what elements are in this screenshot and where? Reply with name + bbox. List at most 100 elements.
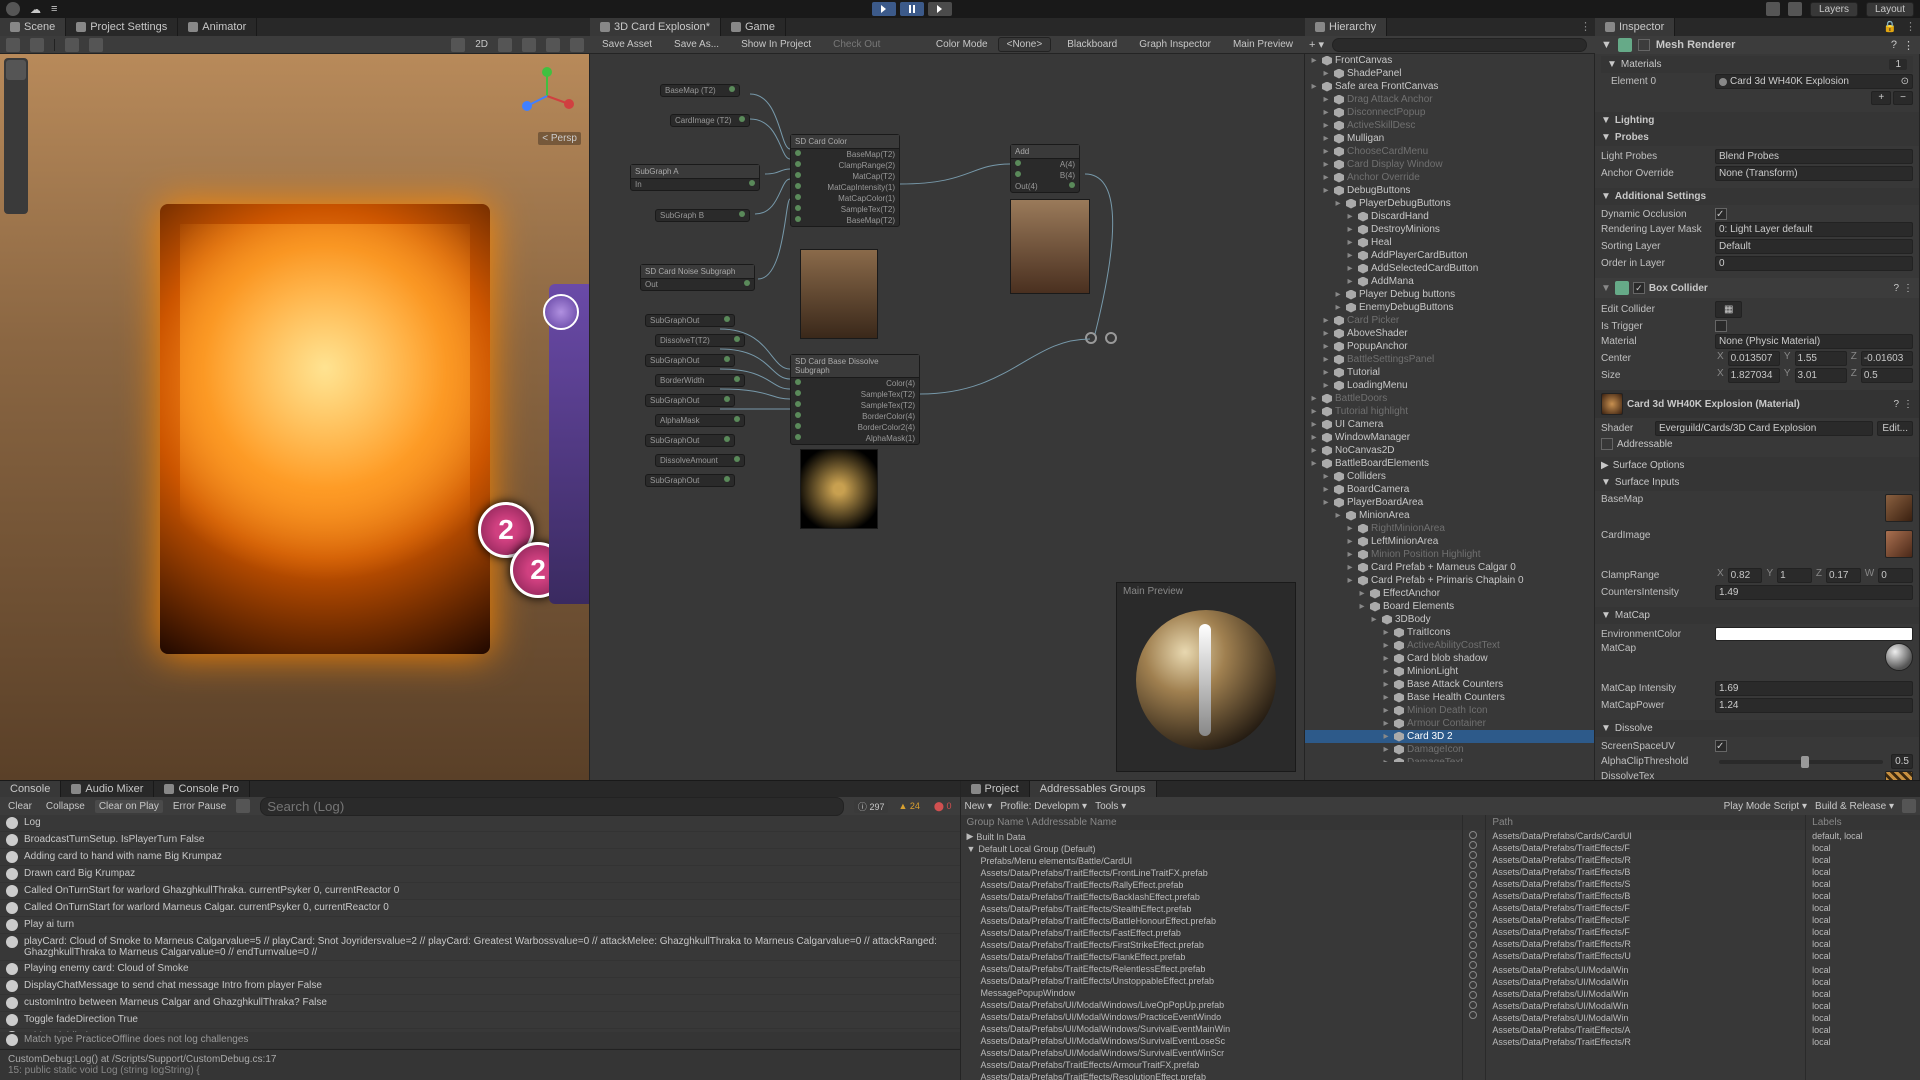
hand-tool[interactable] <box>6 60 26 80</box>
addressable-row[interactable]: Assets/Data/Prefabs/UI/ModalWindows/Surv… <box>961 1047 1462 1059</box>
addressable-row[interactable]: Assets/Data/Prefabs/TraitEffects/FlankEf… <box>961 951 1462 963</box>
log-row[interactable]: Toggle fadeDirection True <box>0 1012 960 1029</box>
rotate-tool[interactable] <box>6 104 26 124</box>
hierarchy-row[interactable]: ▸Minion Death Icon <box>1305 704 1594 717</box>
graph-dissolve-node[interactable]: SD Card Base Dissolve Subgraph Color(4)S… <box>790 354 920 445</box>
edit-collider-button[interactable]: ▦ <box>1715 301 1742 318</box>
warn-count-badge[interactable]: ▲ 24 <box>894 801 923 811</box>
blackboard-toggle[interactable]: Blackboard <box>1061 38 1123 51</box>
graph-property-node[interactable]: SubGraphOut <box>645 474 735 487</box>
box-collider-header[interactable]: ▼Box Collider?⋮ <box>1595 278 1919 298</box>
hierarchy-row[interactable]: ▸Colliders <box>1305 470 1594 483</box>
clamp-range-vector[interactable]: X0.82Y1Z0.17W0 <box>1715 568 1913 583</box>
addressable-checkbox[interactable] <box>1601 438 1613 450</box>
orientation-gizmo[interactable] <box>517 66 577 126</box>
hierarchy-row[interactable]: ▸UI Camera <box>1305 418 1594 431</box>
layers-dropdown[interactable]: Layers <box>1810 2 1858 17</box>
hierarchy-row[interactable]: ▸DisconnectPopup <box>1305 106 1594 119</box>
info-count-badge[interactable]: ⓘ 297 <box>854 800 889 813</box>
error-count-badge[interactable]: ⬤ 0 <box>930 801 956 812</box>
hierarchy-row[interactable]: ▸RightMinionArea <box>1305 522 1594 535</box>
graph-subgraph-node[interactable]: SubGraph AIn <box>630 164 760 191</box>
hierarchy-row[interactable]: ▸Card Prefab + Primaris Chaplain 0 <box>1305 574 1594 587</box>
inspector-options-icon[interactable]: ⋮ <box>1901 18 1920 36</box>
log-row[interactable]: Adding card to hand with name Big Krumpa… <box>0 849 960 866</box>
main-preview-toggle[interactable]: Main Preview <box>1227 38 1299 51</box>
screenspace-uv-checkbox[interactable]: ✓ <box>1715 740 1727 752</box>
hierarchy-row[interactable]: ▸AboveShader <box>1305 327 1594 340</box>
light-probes-dropdown[interactable]: Blend Probes <box>1715 149 1913 164</box>
tab-project[interactable]: Project <box>961 781 1030 797</box>
addressable-row[interactable]: Assets/Data/Prefabs/UI/ModalWindows/Prac… <box>961 1011 1462 1023</box>
create-dropdown[interactable]: + ▾ <box>1309 38 1324 51</box>
tab-game[interactable]: Game <box>721 18 786 36</box>
play-mode-dropdown[interactable]: Play Mode Script ▾ <box>1724 801 1807 812</box>
profile-dropdown[interactable]: Profile: Developm ▾ <box>1000 801 1087 812</box>
new-dropdown[interactable]: New ▾ <box>965 801 993 812</box>
addressable-labels[interactable]: local <box>1806 964 1920 976</box>
log-row[interactable]: BroadcastTurnSetup. IsPlayerTurn False <box>0 832 960 849</box>
addressable-row[interactable]: Assets/Data/Prefabs/TraitEffects/Resolut… <box>961 1071 1462 1080</box>
layout-dropdown[interactable]: Layout <box>1866 2 1914 17</box>
hierarchy-row[interactable]: ▸LoadingMenu <box>1305 379 1594 392</box>
perspective-label[interactable]: < Persp <box>538 132 581 145</box>
scale-tool[interactable] <box>6 126 26 146</box>
addressable-row[interactable]: Assets/Data/Prefabs/TraitEffects/Backlas… <box>961 891 1462 903</box>
hierarchy-row[interactable]: ▸Card Picker <box>1305 314 1594 327</box>
log-row[interactable]: customIntro between Marneus Calgar and G… <box>0 995 960 1012</box>
hierarchy-row[interactable]: ▸Heal <box>1305 236 1594 249</box>
hierarchy-row[interactable]: ▸DebugButtons <box>1305 184 1594 197</box>
project-tree-row[interactable]: ▼ Default Local Group (Default) <box>961 843 1462 855</box>
cardimage-texture[interactable] <box>1885 530 1913 558</box>
hierarchy-row[interactable]: ▸PopupAnchor <box>1305 340 1594 353</box>
custom-tool[interactable] <box>6 192 26 212</box>
render-layer-mask-dropdown[interactable]: 0: Light Layer default <box>1715 222 1913 237</box>
addressable-labels[interactable]: local <box>1806 938 1920 950</box>
graph-output-port[interactable] <box>1105 332 1117 344</box>
hierarchy-row[interactable]: ▸Safe area FrontCanvas <box>1305 80 1594 93</box>
graph-property-node[interactable]: SubGraphOut <box>645 434 735 447</box>
tools-dropdown[interactable]: Tools ▾ <box>1095 801 1126 812</box>
component-help-icon[interactable]: ? <box>1891 39 1897 51</box>
anchor-override-field[interactable]: None (Transform) <box>1715 166 1913 181</box>
addressable-row[interactable]: Assets/Data/Prefabs/TraitEffects/FirstSt… <box>961 939 1462 951</box>
hierarchy-row[interactable]: ▸BattleDoors <box>1305 392 1594 405</box>
main-preview-panel[interactable]: Main Preview <box>1116 582 1296 772</box>
log-row[interactable]: Drawn card Big Krumpaz <box>0 866 960 883</box>
log-row[interactable]: Log <box>0 815 960 832</box>
move-tool[interactable] <box>6 82 26 102</box>
graph-property-node[interactable]: CardImage (T2) <box>670 114 750 127</box>
graph-property-node[interactable]: BorderWidth <box>655 374 745 387</box>
hierarchy-row[interactable]: ▸TraitIcons <box>1305 626 1594 639</box>
console-attach-icon[interactable] <box>236 799 250 813</box>
build-dropdown[interactable]: Build & Release ▾ <box>1815 801 1894 812</box>
path-column-header[interactable]: Path <box>1486 815 1805 830</box>
addressable-labels[interactable]: local <box>1806 950 1920 962</box>
audio-icon[interactable] <box>498 38 512 52</box>
hierarchy-row[interactable]: ▸Armour Container <box>1305 717 1594 730</box>
fx-icon[interactable] <box>522 38 536 52</box>
show-in-project-button[interactable]: Show In Project <box>735 38 817 51</box>
graph-property-node[interactable]: BaseMap (T2) <box>660 84 740 97</box>
save-asset-button[interactable]: Save Asset <box>596 38 658 51</box>
addressable-labels[interactable]: local <box>1806 842 1920 854</box>
dissolve-foldout[interactable]: ▼Dissolve <box>1595 720 1919 737</box>
collider-material-field[interactable]: None (Physic Material) <box>1715 334 1913 349</box>
alpha-clip-value[interactable]: 0.5 <box>1891 754 1913 769</box>
graph-subgraph-noise[interactable]: SD Card Noise SubgraphOut <box>640 264 755 291</box>
error-pause-button[interactable]: Error Pause <box>169 800 230 813</box>
component-menu-icon[interactable]: ⋮ <box>1903 283 1913 294</box>
addressable-labels[interactable]: local <box>1806 1012 1920 1024</box>
addressable-row[interactable]: Assets/Data/Prefabs/TraitEffects/Relentl… <box>961 963 1462 975</box>
hierarchy-row[interactable]: ▸WindowManager <box>1305 431 1594 444</box>
clear-button[interactable]: Clear <box>4 800 36 813</box>
hierarchy-row[interactable]: ▸BoardCamera <box>1305 483 1594 496</box>
hierarchy-row[interactable]: ▸Card 3D 2 <box>1305 730 1594 743</box>
hierarchy-row[interactable]: ▸EnemyDebugButtons <box>1305 301 1594 314</box>
box-collider-enabled[interactable] <box>1633 282 1645 294</box>
component-help-icon[interactable]: ? <box>1893 399 1899 410</box>
matcap-intensity-field[interactable]: 1.69 <box>1715 681 1913 696</box>
materials-foldout[interactable]: ▼Materials1 <box>1601 56 1913 73</box>
addressable-labels[interactable]: local <box>1806 890 1920 902</box>
hierarchy-row[interactable]: ▸MinionLight <box>1305 665 1594 678</box>
